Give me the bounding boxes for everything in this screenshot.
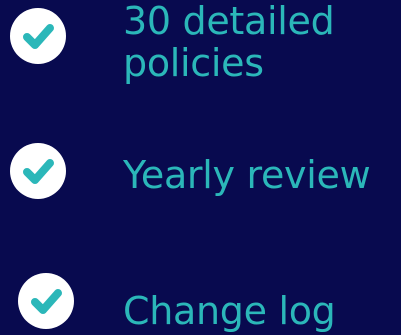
feature-label-line-1: 30 detailed — [123, 0, 335, 43]
feature-label: Change log — [123, 289, 336, 333]
feature-label-line-2: policies — [123, 41, 264, 85]
check-circle-icon — [10, 8, 66, 64]
check-circle-icon — [10, 143, 66, 199]
feature-label: 30 detailed policies — [123, 0, 335, 85]
check-circle-icon — [18, 273, 74, 329]
feature-label: Yearly review — [123, 153, 371, 197]
